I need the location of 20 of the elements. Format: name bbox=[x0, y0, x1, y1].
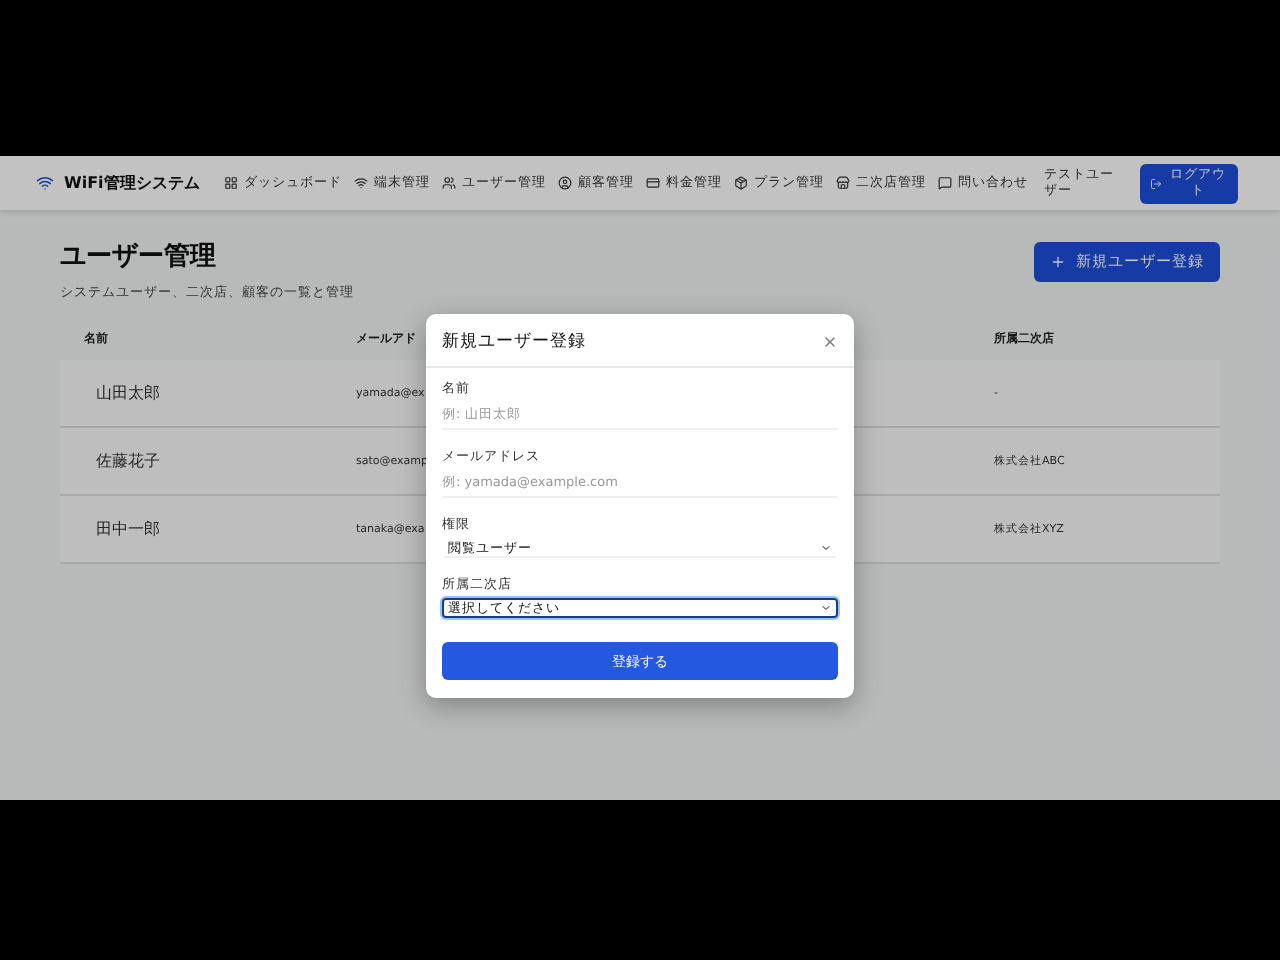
package-icon bbox=[733, 176, 748, 190]
wifi-icon bbox=[353, 176, 368, 190]
chevron-down-icon bbox=[820, 602, 832, 614]
chevron-down-icon bbox=[820, 542, 832, 554]
table-cell: 田中一郎 bbox=[60, 496, 356, 564]
users-icon bbox=[441, 176, 456, 190]
chat-icon bbox=[937, 176, 952, 190]
card-icon bbox=[645, 176, 660, 190]
table-cell: 山田太郎 bbox=[60, 360, 356, 428]
grid-icon bbox=[223, 176, 238, 190]
close-button[interactable] bbox=[822, 334, 838, 350]
table-cell: 佐藤花子 bbox=[60, 428, 356, 496]
store-icon bbox=[835, 176, 850, 190]
user-circle-icon bbox=[557, 176, 572, 190]
wifi-icon bbox=[36, 174, 54, 192]
logout-icon bbox=[1149, 177, 1162, 189]
brand-name: WiFi管理システム bbox=[64, 172, 200, 194]
page-title: ユーザー管理 bbox=[60, 240, 218, 274]
plus-icon bbox=[1050, 254, 1066, 270]
dialog-title: 新規ユーザー登録 bbox=[442, 330, 586, 354]
